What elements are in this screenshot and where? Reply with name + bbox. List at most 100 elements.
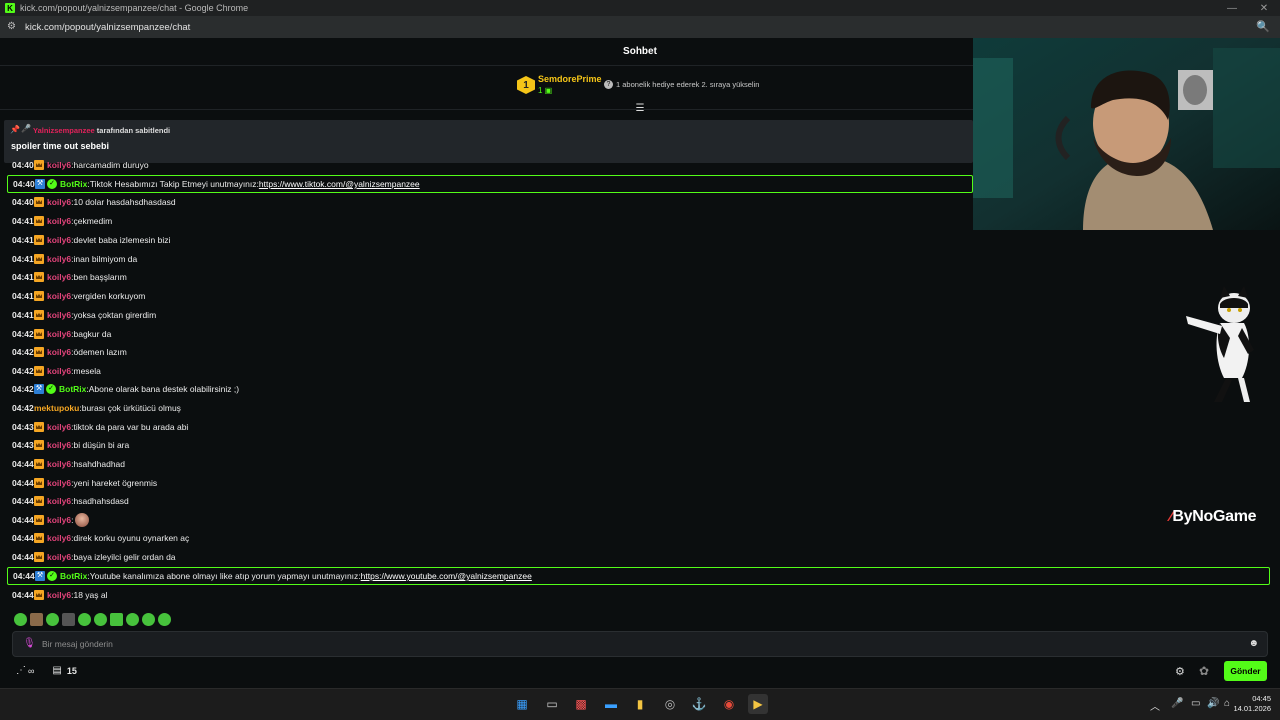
window-title: kick.com/popout/yalnizsempanzee/chat - G…	[20, 3, 249, 13]
chat-message-row[interactable]: 04:44 koily6: hsahdhadhad	[0, 455, 1280, 473]
emote-icon[interactable]	[110, 613, 123, 626]
message-username[interactable]: koily6	[47, 440, 71, 450]
chat-message-row[interactable]: 04:44 koily6: direk korku oyunu oynarken …	[0, 529, 1280, 547]
steam-icon[interactable]: ⚓	[689, 694, 709, 714]
gift-sub-icon[interactable]: ✿	[1199, 664, 1209, 678]
message-username[interactable]: koily6	[47, 422, 71, 432]
emote-icon[interactable]	[46, 613, 59, 626]
message-time: 04:41	[12, 254, 34, 264]
message-text: burası çok ürkütücü olmuş	[81, 403, 181, 413]
message-link-wrap: https://www.tiktok.com/@yalnizsempanzee	[259, 179, 420, 189]
chat-message-row[interactable]: 04:43 koily6: tiktok da para var bu arada…	[0, 418, 1280, 436]
restore-button[interactable]	[1219, 0, 1251, 16]
task-view-icon[interactable]: ▭	[542, 694, 562, 714]
chat-message-row[interactable]: 04:44 ⚒ ✓ BotRix: Youtube kanalımıza abone …	[7, 567, 1270, 585]
send-button[interactable]: Gönder	[1224, 661, 1267, 681]
message-username[interactable]: koily6	[47, 310, 71, 320]
message-username[interactable]: koily6	[47, 515, 71, 525]
obs-icon[interactable]: ◎	[660, 694, 680, 714]
chat-message-row[interactable]: 04:41 koily6: devlet baba izlemesin bizi	[0, 231, 1280, 249]
message-username[interactable]: koily6	[47, 496, 71, 506]
message-username[interactable]: koily6	[47, 235, 71, 245]
message-username[interactable]: koily6	[47, 254, 71, 264]
message-username[interactable]: koily6	[47, 347, 71, 357]
emote-icon[interactable]	[62, 613, 75, 626]
channel-points-icon[interactable]: ⋰	[16, 665, 26, 676]
message-username[interactable]: BotRix	[59, 384, 86, 394]
subscriber-crown-icon	[34, 347, 44, 357]
message-username[interactable]: koily6	[47, 459, 71, 469]
chat-input-placeholder[interactable]: Bir mesaj gönderin	[42, 639, 113, 649]
message-username[interactable]: koily6	[47, 197, 71, 207]
message-username[interactable]: koily6	[47, 272, 71, 282]
emoji-picker-icon[interactable]: ☻	[1248, 638, 1259, 649]
url-text[interactable]: kick.com/popout/yalnizsempanzee/chat	[25, 22, 190, 33]
emote-icon[interactable]	[14, 613, 27, 626]
subscriber-crown-icon	[34, 459, 44, 469]
microphone-tray-icon[interactable]: 🎤	[1171, 698, 1183, 709]
chat-message-row[interactable]: 04:41 koily6: ben başşlarım	[0, 268, 1280, 286]
message-username[interactable]: koily6	[47, 478, 71, 488]
message-text: Abone olarak bana destek olabilirsiniz ;…	[88, 384, 240, 394]
network-icon[interactable]: ⌂	[1224, 698, 1230, 709]
chat-message-row[interactable]: 04:44 koily6: yeni hareket ögrenmis	[0, 474, 1280, 492]
chat-message-row[interactable]: 04:42 mektupoku: burası çok ürkütücü olmu…	[0, 399, 1280, 417]
top-gifter-name[interactable]: SemdorePrime	[538, 74, 602, 84]
chat-settings-icon[interactable]: ⚙	[1175, 665, 1185, 678]
file-explorer-icon[interactable]: ▮	[630, 694, 650, 714]
emote-icon[interactable]	[30, 613, 43, 626]
chat-message-row[interactable]: 04:42 koily6: mesela	[0, 362, 1280, 380]
microphone-icon: 🎤	[21, 124, 31, 133]
chat-input-box[interactable]: 🎙 Bir mesaj gönderin ☻	[12, 631, 1268, 657]
emote-icon[interactable]	[158, 613, 171, 626]
site-settings-icon[interactable]: ⚙	[7, 22, 19, 32]
active-app-icon[interactable]: ▶	[748, 694, 768, 714]
microphone-icon: 🎙	[23, 638, 36, 649]
chat-message-row[interactable]: 04:41 koily6: yoksa çoktan girerdim	[0, 306, 1280, 324]
message-username[interactable]: mektupoku	[34, 403, 79, 413]
message-username[interactable]: koily6	[47, 160, 71, 170]
message-username[interactable]: BotRix	[60, 571, 87, 581]
chat-message-row[interactable]: 04:44 koily6: baya izleyilci gelir ordan …	[0, 548, 1280, 566]
subscriber-crown-icon	[34, 160, 44, 170]
chat-message-row[interactable]: 04:42 ⚒ ✓ BotRix: Abone olarak bana destek …	[0, 380, 1280, 398]
gift-icon[interactable]: ▤	[52, 665, 61, 676]
message-username[interactable]: koily6	[47, 329, 71, 339]
chat-message-row[interactable]: 04:44 koily6: 18 yaş al	[0, 586, 1280, 604]
emote-icon[interactable]	[94, 613, 107, 626]
chat-message-row[interactable]: 04:42 koily6: bagkur da	[0, 325, 1280, 343]
message-text: vergiden korkuyom	[73, 291, 146, 301]
message-link[interactable]: https://www.youtube.com/@yalnizsempanzee	[361, 571, 532, 581]
chat-message-row[interactable]: 04:43 koily6: bi düşün bi ara	[0, 436, 1280, 454]
app-icon[interactable]: ▩	[571, 694, 591, 714]
pinned-by-user[interactable]: Yalnizsempanzee	[33, 126, 95, 135]
tray-chevron-icon[interactable]: ︿	[1150, 698, 1160, 713]
zoom-icon[interactable]: 🔍	[1256, 20, 1270, 34]
display-tray-icon[interactable]: ▭	[1191, 698, 1200, 709]
message-link[interactable]: https://www.tiktok.com/@yalnizsempanzee	[259, 179, 420, 189]
message-username[interactable]: koily6	[47, 291, 71, 301]
message-username[interactable]: BotRix	[60, 179, 87, 189]
chat-message-row[interactable]: 04:41 koily6: inan bilmiyom da	[0, 250, 1280, 268]
chrome-icon[interactable]: ◉	[719, 694, 739, 714]
chat-message-row[interactable]: 04:44 koily6:	[0, 511, 1280, 529]
windows-start-icon[interactable]: ▦	[512, 694, 532, 714]
message-username[interactable]: koily6	[47, 216, 71, 226]
message-username[interactable]: koily6	[47, 366, 71, 376]
message-username[interactable]: koily6	[47, 552, 71, 562]
message-username[interactable]: koily6	[47, 590, 71, 600]
subscriber-crown-icon	[34, 197, 44, 207]
close-button[interactable]: ✕	[1248, 0, 1280, 16]
message-username[interactable]: koily6	[47, 533, 71, 543]
chat-message-row[interactable]: 04:41 koily6: vergiden korkuyom	[0, 287, 1280, 305]
expand-leaderboard-icon[interactable]: ☰	[634, 104, 646, 114]
chat-message-row[interactable]: 04:42 koily6: ödemen lazım	[0, 343, 1280, 361]
chat-message-row[interactable]: 04:44 koily6: hsadhahsdasd	[0, 492, 1280, 510]
emote-icon[interactable]	[142, 613, 155, 626]
volume-icon[interactable]: 🔊	[1207, 698, 1219, 709]
photos-icon[interactable]: ▬	[601, 694, 621, 714]
emote-icon[interactable]	[78, 613, 91, 626]
taskbar-clock[interactable]: 04:45 14.01.2026	[1233, 694, 1271, 714]
chat-message-row[interactable]: 04:40 ⚒ ✓ BotRix: Tiktok Hesabımızı Takip E…	[7, 175, 973, 193]
emote-icon[interactable]	[126, 613, 139, 626]
